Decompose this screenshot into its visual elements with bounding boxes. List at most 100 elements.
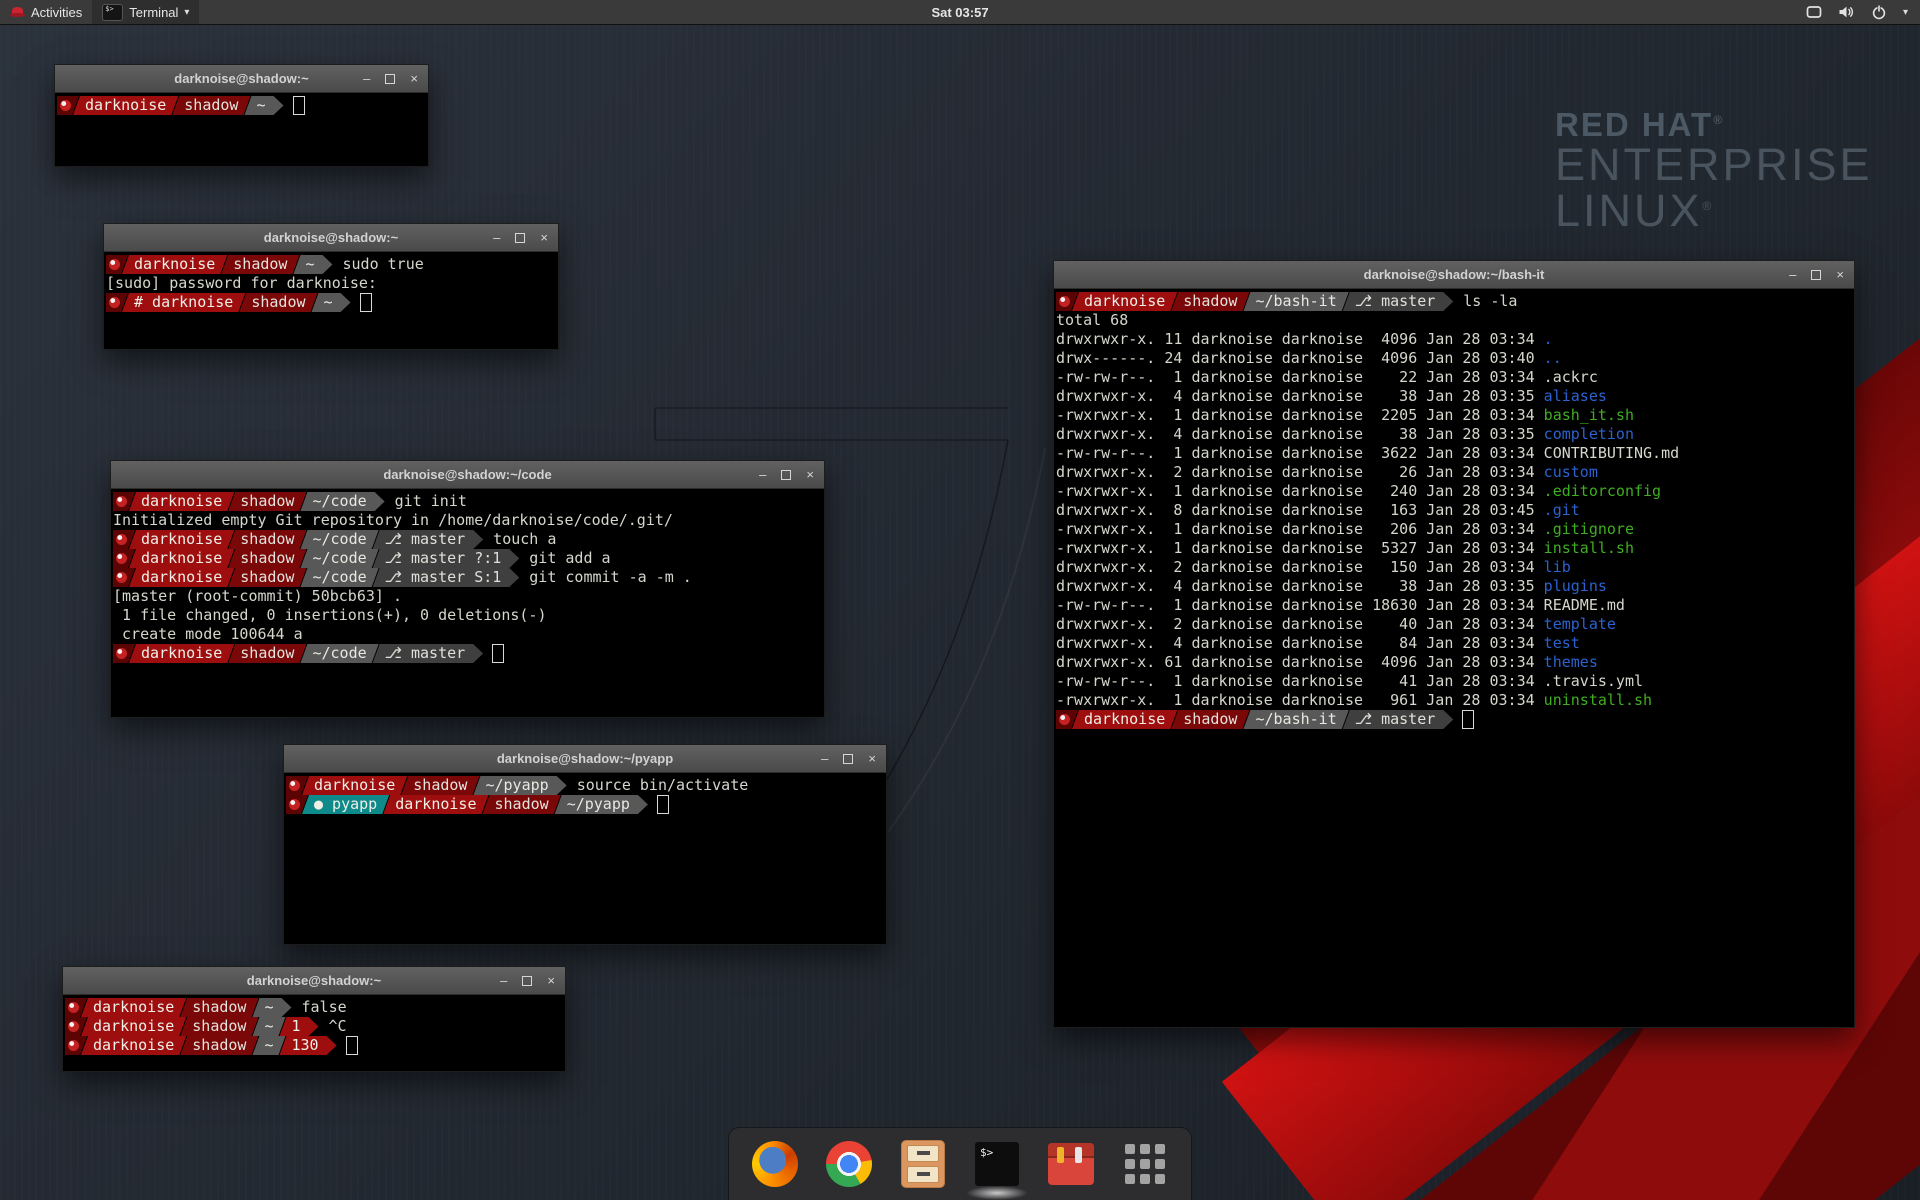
output-text: drwxrwxr-x. 2 darknoise darknoise 150 Ja… [1056,558,1544,577]
titlebar[interactable]: darknoise@shadow:~ – × [104,224,558,252]
prompt-host-segment: shadow [228,530,306,549]
minimize-button[interactable]: – [500,974,507,987]
terminal-line: -rwxrwxr-x. 1 darknoise darknoise 2205 J… [1056,406,1852,425]
maximize-button[interactable] [843,754,853,764]
terminal-content[interactable]: darknoiseshadow~sudo true[sudo] password… [104,252,558,315]
close-button[interactable]: × [1836,268,1844,281]
wordmark-brand: RED HAT [1555,106,1713,143]
terminal-line: drwxrwxr-x. 4 darknoise darknoise 38 Jan… [1056,425,1852,444]
power-icon[interactable] [1871,4,1887,20]
minimize-button[interactable]: – [493,231,500,244]
prompt-path-segment: ~/code [300,492,384,511]
prompt-host-segment: shadow [1171,292,1249,311]
terminal-content[interactable]: darknoiseshadow~falsedarknoiseshadow~1^C… [63,995,565,1058]
terminal-content[interactable]: darknoiseshadow~ [55,93,428,118]
maximize-button[interactable] [781,470,791,480]
file-name: README.md [1544,596,1625,615]
output-text: -rwxrwxr-x. 1 darknoise darknoise 5327 J… [1056,539,1544,558]
maximize-button[interactable] [515,233,525,243]
prompt-user-segment: darknoise [129,530,234,549]
terminal-content[interactable]: darknoiseshadow~/codegit initInitialized… [111,489,824,666]
maximize-button[interactable] [385,74,395,84]
terminal-line: darknoiseshadow~/bash-it⎇ master [1056,710,1852,729]
output-text: drwxrwxr-x. 11 darknoise darknoise 4096 … [1056,330,1544,349]
terminal-content[interactable]: darknoiseshadow~/pyappsource bin/activat… [284,773,886,817]
clock[interactable]: Sat 03:57 [0,5,1920,20]
terminal-line: drwxrwxr-x. 8 darknoise darknoise 163 Ja… [1056,501,1852,520]
prompt-host-segment: shadow [1171,710,1249,729]
dock-firefox-icon[interactable] [751,1140,799,1188]
prompt-user-segment: darknoise [122,255,227,274]
terminal-line: drwxrwxr-x. 61 darknoise darknoise 4096 … [1056,653,1852,672]
terminal-line: -rw-rw-r--. 1 darknoise darknoise 22 Jan… [1056,368,1852,387]
terminal-line: darknoiseshadow~/pyappsource bin/activat… [286,776,884,795]
executable-name: .gitignore [1544,520,1634,539]
terminal-line: drwxrwxr-x. 4 darknoise darknoise 38 Jan… [1056,387,1852,406]
prompt-git-branch-segment: ⎇ master [373,530,484,549]
titlebar[interactable]: darknoise@shadow:~ – × [63,967,565,995]
titlebar[interactable]: darknoise@shadow:~/pyapp – × [284,745,886,773]
dock-app-grid-button[interactable] [1121,1140,1169,1188]
prompt-host-segment: shadow [483,795,561,814]
chrome-icon [826,1141,872,1187]
prompt-user-segment: darknoise [81,1017,186,1036]
command-text: ls -la [1453,292,1517,311]
dock-chrome-icon[interactable] [825,1140,873,1188]
app-menu-terminal[interactable]: $> Terminal ▾ [92,0,199,24]
app-menu-label: Terminal [129,5,178,20]
prompt-user-segment: darknoise [129,492,234,511]
terminal-line: # darknoiseshadow~ [106,293,556,312]
output-text: drwxrwxr-x. 61 darknoise darknoise 4096 … [1056,653,1544,672]
dock-files-icon[interactable] [899,1140,947,1188]
terminal-line: [sudo] password for darknoise: [106,274,556,293]
minimize-button[interactable]: – [1789,268,1796,281]
screen-icon[interactable] [1806,5,1822,19]
prompt-user-segment: darknoise [1072,292,1177,311]
executable-name: install.sh [1544,539,1634,558]
maximize-button[interactable] [1811,270,1821,280]
terminal-window-home-small: darknoise@shadow:~ – × darknoiseshadow~ [54,64,429,167]
terminal-line: [master (root-commit) 50bcb63] . [113,587,822,606]
minimize-button[interactable]: – [821,752,828,765]
prompt-host-segment: shadow [180,1036,258,1055]
terminal-line: drwxrwxr-x. 2 darknoise darknoise 40 Jan… [1056,615,1852,634]
prompt-host-segment: shadow [228,644,306,663]
maximize-button[interactable] [522,976,532,986]
titlebar[interactable]: darknoise@shadow:~ – × [55,65,428,93]
close-button[interactable]: × [806,468,814,481]
top-bar: Activities $> Terminal ▾ Sat 03:57 ▾ [0,0,1920,24]
terminal-line: ● pyappdarknoiseshadow~/pyapp [286,795,884,814]
prompt-exit-code-segment: 1 [280,1017,319,1036]
titlebar[interactable]: darknoise@shadow:~/bash-it – × [1054,261,1854,289]
command-text: git commit -a -m . [519,568,692,587]
terminal-content[interactable]: darknoiseshadow~/bash-it⎇ masterls -lato… [1054,289,1854,732]
close-button[interactable]: × [540,231,548,244]
terminal-line: drwx------. 24 darknoise darknoise 4096 … [1056,349,1852,368]
registered-mark: ® [1713,113,1724,127]
prompt-path-segment: ~/code [300,549,378,568]
activities-button[interactable]: Activities [0,0,92,24]
volume-icon[interactable] [1838,5,1855,19]
minimize-button[interactable]: – [363,72,370,85]
terminal-line: -rw-rw-r--. 1 darknoise darknoise 18630 … [1056,596,1852,615]
minimize-button[interactable]: – [759,468,766,481]
output-text: [sudo] password for darknoise: [106,274,377,293]
terminal-cursor [346,1036,358,1055]
prompt-path-segment: ~/pyapp [473,776,566,795]
terminal-line: -rwxrwxr-x. 1 darknoise darknoise 5327 J… [1056,539,1852,558]
titlebar[interactable]: darknoise@shadow:~/code – × [111,461,824,489]
terminal-line: -rwxrwxr-x. 1 darknoise darknoise 240 Ja… [1056,482,1852,501]
prompt-path-segment: ~/code [300,530,378,549]
dock-terminal-icon[interactable]: $> [973,1140,1021,1188]
dock-toolbox-icon[interactable] [1047,1140,1095,1188]
wordmark-linux: LINUX [1555,185,1703,236]
terminal-window-exitcodes: darknoise@shadow:~ – × darknoiseshadow~ f… [62,966,566,1072]
close-button[interactable]: × [868,752,876,765]
directory-name: plugins [1544,577,1607,596]
system-menu-chevron-icon[interactable]: ▾ [1903,7,1908,18]
command-text: false [292,998,347,1017]
close-button[interactable]: × [547,974,555,987]
prompt-path-segment: ~ [252,1036,285,1055]
close-button[interactable]: × [410,72,418,85]
command-text: git add a [519,549,610,568]
